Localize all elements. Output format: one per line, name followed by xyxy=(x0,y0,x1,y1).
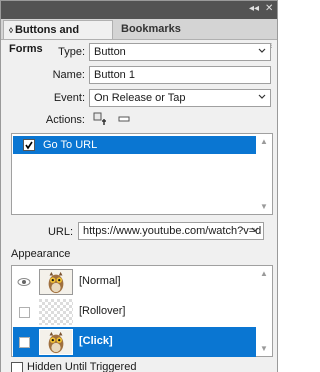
panel-titlebar: ◂◂ ✕ xyxy=(1,1,277,19)
appearance-label-click: [Click] xyxy=(79,335,113,347)
buttons-and-forms-panel: ◂◂ ✕ ◊Buttons and Forms Bookmarks ▾≡ Typ… xyxy=(0,0,278,372)
close-icon[interactable]: ✕ xyxy=(265,3,273,15)
action-label: Go To URL xyxy=(43,139,98,151)
action-enabled-checkbox[interactable] xyxy=(23,139,35,151)
name-value: Button 1 xyxy=(94,69,135,81)
appearance-row-rollover[interactable]: [Rollover] xyxy=(13,297,256,327)
hidden-until-triggered-checkbox[interactable] xyxy=(11,362,23,372)
appearance-label: Appearance xyxy=(11,248,71,260)
appearance-row-normal[interactable]: [Normal] xyxy=(13,267,256,297)
name-input[interactable]: Button 1 xyxy=(89,66,271,84)
remove-action-icon[interactable] xyxy=(118,114,130,124)
list-item-go-to-url[interactable]: Go To URL xyxy=(13,136,256,154)
chevron-down-icon xyxy=(251,227,259,232)
tab-chevron-icon: ◊ xyxy=(9,26,13,35)
actions-label: Actions: xyxy=(45,114,85,126)
chevron-down-icon xyxy=(258,94,266,99)
actions-scrollbar[interactable]: ▲ ▼ xyxy=(257,134,272,214)
scroll-up-icon[interactable]: ▲ xyxy=(260,137,268,146)
hidden-until-triggered-label: Hidden Until Triggered xyxy=(27,361,137,372)
tab-bookmarks[interactable]: Bookmarks xyxy=(115,20,190,39)
appearance-row-click[interactable]: [Click] xyxy=(13,327,256,357)
type-value: Button xyxy=(94,46,126,58)
url-combobox[interactable]: https://www.youtube.com/watch?v=d xyxy=(78,222,264,240)
visibility-toggle[interactable] xyxy=(19,307,30,318)
eye-icon[interactable] xyxy=(13,267,35,297)
scroll-down-icon[interactable]: ▼ xyxy=(260,344,268,353)
tab-label: Bookmarks xyxy=(121,23,181,35)
appearance-list[interactable]: [Normal] [Rollover] [Click] ▲ ▼ xyxy=(11,265,273,357)
appearance-label-rollover: [Rollover] xyxy=(79,305,126,317)
checkmark-icon xyxy=(25,141,33,150)
add-action-icon[interactable] xyxy=(93,112,107,126)
event-value: On Release or Tap xyxy=(94,92,186,104)
url-label: URL: xyxy=(47,226,73,238)
appearance-scrollbar[interactable]: ▲ ▼ xyxy=(257,266,272,356)
visibility-toggle[interactable] xyxy=(19,337,30,348)
owl-thumbnail xyxy=(39,269,73,295)
collapse-icon[interactable]: ◂◂ xyxy=(249,3,259,15)
event-select[interactable]: On Release or Tap xyxy=(89,89,271,107)
tab-buttons-and-forms[interactable]: ◊ Buttons and Forms xyxy=(3,20,113,55)
empty-thumbnail xyxy=(39,299,73,325)
type-label: Type: xyxy=(58,46,85,58)
url-value: https://www.youtube.com/watch?v=d xyxy=(83,225,262,237)
type-select[interactable]: Button xyxy=(89,43,271,61)
scroll-up-icon[interactable]: ▲ xyxy=(260,269,268,278)
tab-bar: ◊Buttons and Forms Bookmarks ▾≡ xyxy=(1,19,277,55)
scroll-down-icon[interactable]: ▼ xyxy=(260,202,268,211)
actions-list[interactable]: Go To URL ▲ ▼ xyxy=(11,133,273,215)
chevron-down-icon xyxy=(258,48,266,53)
appearance-label-normal: [Normal] xyxy=(79,275,121,287)
owl-thumbnail xyxy=(39,329,73,355)
event-label: Event: xyxy=(53,92,85,104)
name-label: Name: xyxy=(52,69,85,81)
